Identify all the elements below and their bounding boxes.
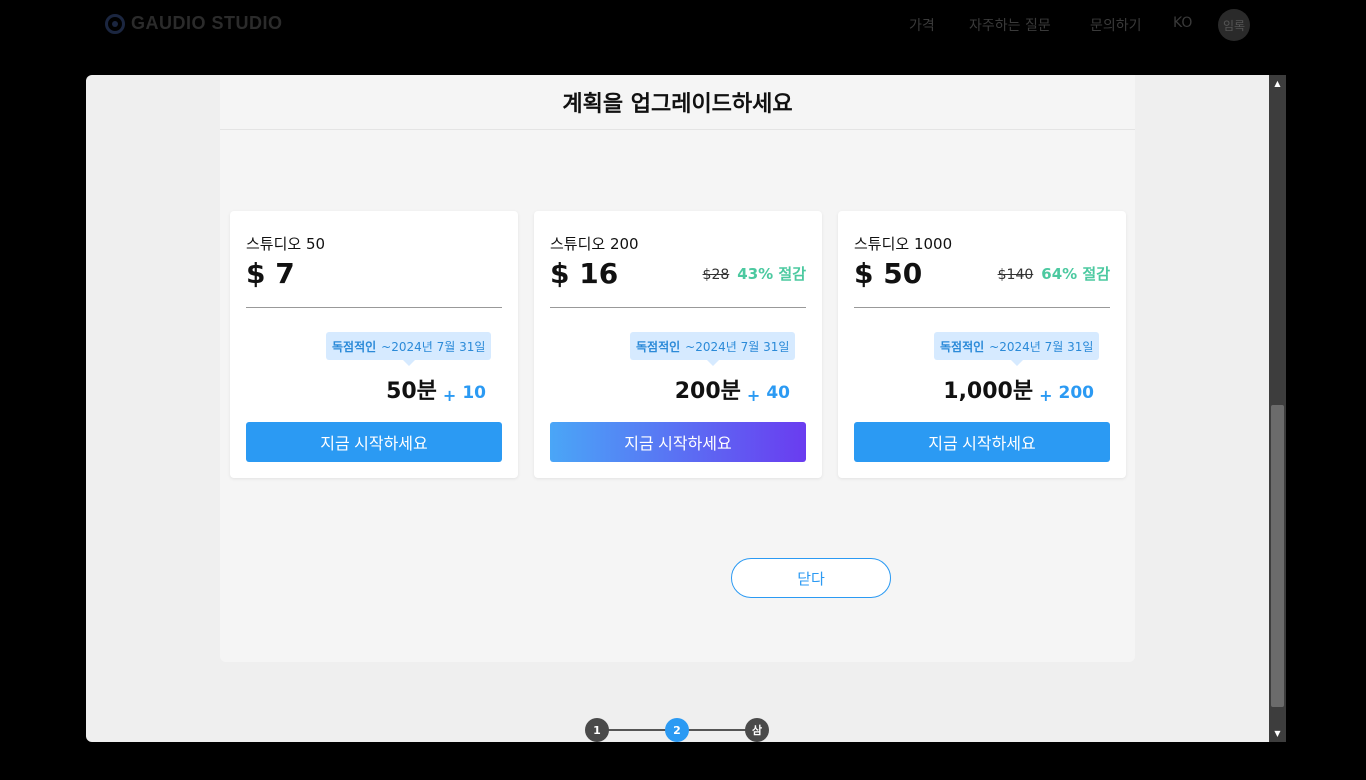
plan-price: $ 16: [550, 257, 619, 290]
nav-language[interactable]: KO: [1173, 15, 1192, 31]
divider: [246, 307, 502, 308]
minutes-value: 50분: [386, 379, 437, 404]
divider: [550, 307, 806, 308]
tooltip-date: ~2024년 7월 31일: [381, 339, 486, 354]
page-title: 계획을 업그레이드하세요: [562, 92, 793, 117]
divider: [854, 307, 1110, 308]
user-avatar[interactable]: 임록: [1218, 9, 1250, 41]
minutes-value: 1,000분: [943, 379, 1034, 404]
step-indicator: 1 2 삼: [585, 718, 769, 742]
bonus-minutes: 200: [1058, 383, 1095, 403]
step-1[interactable]: 1: [585, 718, 609, 742]
tooltip-label: 독점적인: [636, 339, 681, 354]
tooltip-date: ~2024년 7월 31일: [685, 339, 790, 354]
tooltip-date: ~2024년 7월 31일: [989, 339, 1094, 354]
bonus-minutes: 10: [462, 383, 486, 403]
minutes-value: 200분: [674, 379, 741, 404]
plus-icon: +: [746, 386, 761, 405]
plan-minutes: 1,000분 + 200: [943, 373, 1094, 405]
close-button[interactable]: 닫다: [731, 558, 891, 598]
plan-name: 스튜디오 50: [246, 235, 326, 253]
nav-faq[interactable]: 자주하는 질문: [969, 15, 1051, 35]
start-now-button-studio-50[interactable]: 지금 시작하세요: [246, 422, 502, 462]
plan-minutes: 200분 + 40: [675, 373, 790, 405]
scroll-thumb[interactable]: [1271, 405, 1284, 707]
discount-info: $140 64% 절감: [998, 263, 1110, 284]
discount-info: $28 43% 절감: [703, 263, 806, 284]
exclusive-tooltip: 독점적인 ~2024년 7월 31일: [630, 332, 796, 366]
start-now-button-studio-1000[interactable]: 지금 시작하세요: [854, 422, 1110, 462]
plus-icon: +: [442, 386, 457, 405]
plan-name: 스튜디오 1000: [854, 235, 953, 253]
plan-card-studio-50: 스튜디오 50 $ 7 독점적인 ~2024년 7월 31일 50분 + 10 …: [230, 211, 518, 478]
plan-minutes: 50분 + 10: [386, 373, 486, 405]
exclusive-tooltip: 독점적인 ~2024년 7월 31일: [326, 332, 492, 366]
scroll-up-arrow-icon[interactable]: ▲: [1269, 75, 1286, 92]
logo-text: GAUDIO STUDIO: [131, 13, 283, 33]
plan-card-studio-1000: 스튜디오 1000 $ 50 $140 64% 절감 독점적인 ~2024년 7…: [838, 211, 1126, 478]
plan-card-studio-200: 스튜디오 200 $ 16 $28 43% 절감 독점적인 ~2024년 7월 …: [534, 211, 822, 478]
tooltip-label: 독점적인: [332, 339, 377, 354]
top-nav-bar: GAUDIO STUDIO 가격 자주하는 질문 문의하기 KO 임록: [0, 0, 1366, 48]
plan-name: 스튜디오 200: [550, 235, 639, 253]
step-3[interactable]: 삼: [745, 718, 769, 742]
savings-badge: 43% 절감: [737, 265, 806, 283]
bonus-minutes: 40: [766, 383, 790, 403]
step-2-active[interactable]: 2: [665, 718, 689, 742]
plus-icon: +: [1039, 386, 1053, 405]
modal-scrollbar[interactable]: ▲ ▼: [1269, 75, 1286, 742]
brand-logo[interactable]: GAUDIO STUDIO: [105, 13, 283, 34]
tooltip-label: 독점적인: [940, 339, 985, 354]
nav-contact[interactable]: 문의하기: [1090, 15, 1142, 35]
savings-badge: 64% 절감: [1041, 265, 1110, 283]
plan-price: $ 50: [854, 257, 923, 290]
exclusive-tooltip: 독점적인 ~2024년 7월 31일: [934, 332, 1100, 366]
scroll-down-arrow-icon[interactable]: ▼: [1269, 725, 1286, 742]
nav-pricing[interactable]: 가격: [909, 15, 935, 35]
original-price: $28: [702, 267, 730, 283]
panel-header: 계획을 업그레이드하세요: [220, 75, 1135, 130]
upgrade-panel: 계획을 업그레이드하세요 스튜디오 50 $ 7 독점적인 ~2024년 7월 …: [220, 75, 1135, 662]
upgrade-modal: 계획을 업그레이드하세요 스튜디오 50 $ 7 독점적인 ~2024년 7월 …: [86, 75, 1269, 742]
logo-circle-icon: [105, 13, 125, 34]
start-now-button-studio-200[interactable]: 지금 시작하세요: [550, 422, 806, 462]
plan-price: $ 7: [246, 257, 295, 290]
original-price: $140: [997, 267, 1034, 283]
